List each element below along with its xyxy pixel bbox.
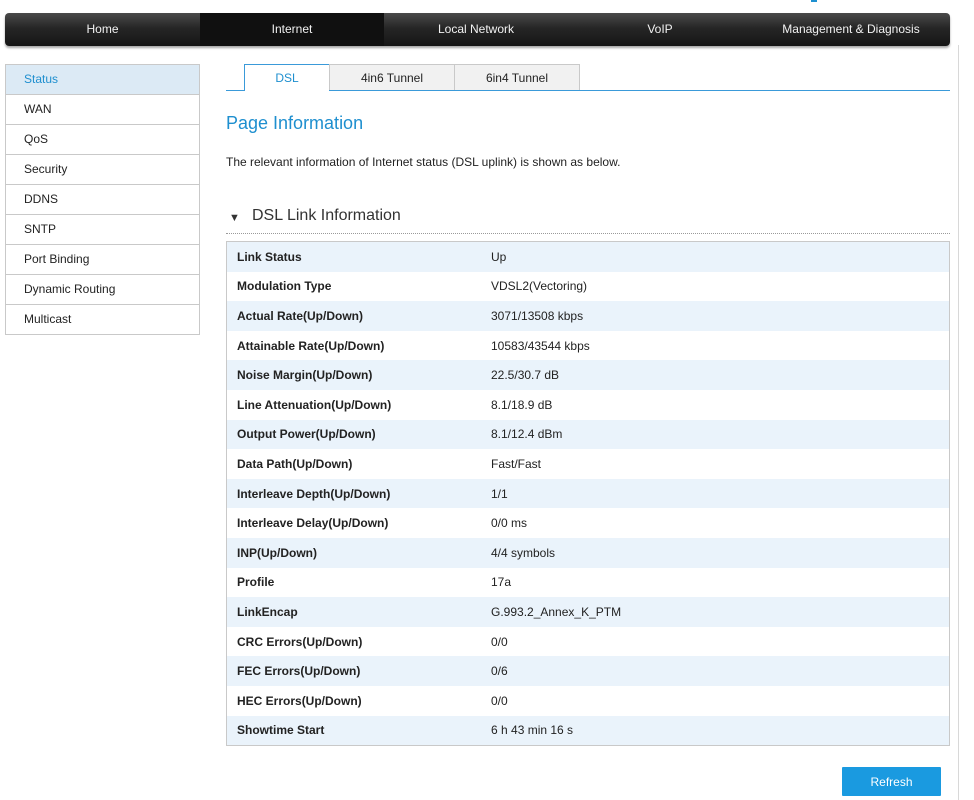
table-row: Showtime Start 6 h 43 min 16 s (226, 715, 950, 746)
table-row: Modulation Type VDSL2(Vectoring) (226, 271, 950, 302)
row-label: FEC Errors(Up/Down) (226, 656, 491, 686)
row-label: INP(Up/Down) (226, 537, 491, 568)
page-title: Page Information (226, 113, 364, 133)
sidebar: Status WAN QoS Security DDNS SNTP Port B… (5, 64, 200, 335)
nav-voip[interactable]: VoIP (568, 13, 752, 46)
row-value: 1/1 (491, 478, 950, 509)
row-value: 8.1/18.9 dB (491, 389, 950, 420)
table-row: Line Attenuation(Up/Down) 8.1/18.9 dB (226, 389, 950, 420)
page-description: The relevant information of Internet sta… (226, 155, 621, 169)
row-value: G.993.2_Annex_K_PTM (491, 597, 950, 627)
sidebar-item-multicast[interactable]: Multicast (6, 305, 199, 335)
refresh-button[interactable]: Refresh (842, 767, 941, 796)
table-row: Profile 17a (226, 567, 950, 598)
sidebar-item-qos[interactable]: QoS (6, 125, 199, 155)
row-value: Up (491, 241, 950, 272)
section-header[interactable]: ▼ DSL Link Information (226, 206, 950, 234)
nav-home[interactable]: Home (5, 13, 200, 46)
table-row: Actual Rate(Up/Down) 3071/13508 kbps (226, 301, 950, 331)
nav-local-network[interactable]: Local Network (384, 13, 568, 46)
nav-internet[interactable]: Internet (200, 13, 384, 46)
table-row: Output Power(Up/Down) 8.1/12.4 dBm (226, 419, 950, 450)
row-value: 8.1/12.4 dBm (491, 419, 950, 450)
row-label: HEC Errors(Up/Down) (226, 685, 491, 716)
table-row: Interleave Depth(Up/Down) 1/1 (226, 478, 950, 509)
row-label: Line Attenuation(Up/Down) (226, 389, 491, 420)
row-label: Attainable Rate(Up/Down) (226, 330, 491, 361)
tab-dsl[interactable]: DSL (244, 64, 330, 91)
nav-management-diagnosis[interactable]: Management & Diagnosis (752, 13, 950, 46)
table-row: Link Status Up (226, 241, 950, 272)
table-row: CRC Errors(Up/Down) 0/0 (226, 626, 950, 657)
tab-4in6-tunnel[interactable]: 4in6 Tunnel (329, 64, 455, 90)
row-label: LinkEncap (226, 597, 491, 627)
row-value: 0/6 (491, 656, 950, 686)
row-value: 22.5/30.7 dB (491, 360, 950, 390)
row-value: 4/4 symbols (491, 537, 950, 568)
row-label: Link Status (226, 241, 491, 272)
table-row: INP(Up/Down) 4/4 symbols (226, 537, 950, 568)
row-value: VDSL2(Vectoring) (491, 271, 950, 302)
table-row: FEC Errors(Up/Down) 0/6 (226, 656, 950, 686)
table-row: Data Path(Up/Down) Fast/Fast (226, 449, 950, 479)
top-corner-mark (811, 0, 817, 2)
table-row: Interleave Delay(Up/Down) 0/0 ms (226, 508, 950, 538)
sidebar-item-ddns[interactable]: DDNS (6, 185, 199, 215)
table-row: Attainable Rate(Up/Down) 10583/43544 kbps (226, 330, 950, 361)
row-label: Profile (226, 567, 491, 598)
right-divider (958, 45, 959, 800)
row-value: 6 h 43 min 16 s (491, 715, 950, 746)
section-title: DSL Link Information (252, 207, 401, 224)
row-value: 0/0 (491, 626, 950, 657)
table-row: HEC Errors(Up/Down) 0/0 (226, 685, 950, 716)
row-label: Data Path(Up/Down) (226, 449, 491, 479)
tab-6in4-tunnel[interactable]: 6in4 Tunnel (454, 64, 580, 90)
sidebar-item-security[interactable]: Security (6, 155, 199, 185)
row-label: CRC Errors(Up/Down) (226, 626, 491, 657)
row-label: Interleave Depth(Up/Down) (226, 478, 491, 509)
row-label: Actual Rate(Up/Down) (226, 301, 491, 331)
row-value: 10583/43544 kbps (491, 330, 950, 361)
table-row: LinkEncap G.993.2_Annex_K_PTM (226, 597, 950, 627)
row-label: Output Power(Up/Down) (226, 419, 491, 450)
row-value: 0/0 ms (491, 508, 950, 538)
sidebar-item-port-binding[interactable]: Port Binding (6, 245, 199, 275)
row-label: Showtime Start (226, 715, 491, 746)
row-value: 0/0 (491, 685, 950, 716)
sidebar-item-dynamic-routing[interactable]: Dynamic Routing (6, 275, 199, 305)
dsl-info-table: Link Status Up Modulation Type VDSL2(Vecto… (226, 241, 950, 747)
sidebar-item-sntp[interactable]: SNTP (6, 215, 199, 245)
row-label: Noise Margin(Up/Down) (226, 360, 491, 390)
table-row: Noise Margin(Up/Down) 22.5/30.7 dB (226, 360, 950, 390)
row-label: Modulation Type (226, 271, 491, 302)
sidebar-item-wan[interactable]: WAN (6, 95, 199, 125)
sidebar-item-status[interactable]: Status (6, 65, 199, 95)
top-nav: Home Internet Local Network VoIP Managem… (5, 13, 950, 46)
row-value: Fast/Fast (491, 449, 950, 479)
row-value: 3071/13508 kbps (491, 301, 950, 331)
row-value: 17a (491, 567, 950, 598)
tab-bar: DSL 4in6 Tunnel 6in4 Tunnel (226, 64, 950, 91)
collapse-triangle-icon[interactable]: ▼ (229, 212, 240, 224)
row-label: Interleave Delay(Up/Down) (226, 508, 491, 538)
